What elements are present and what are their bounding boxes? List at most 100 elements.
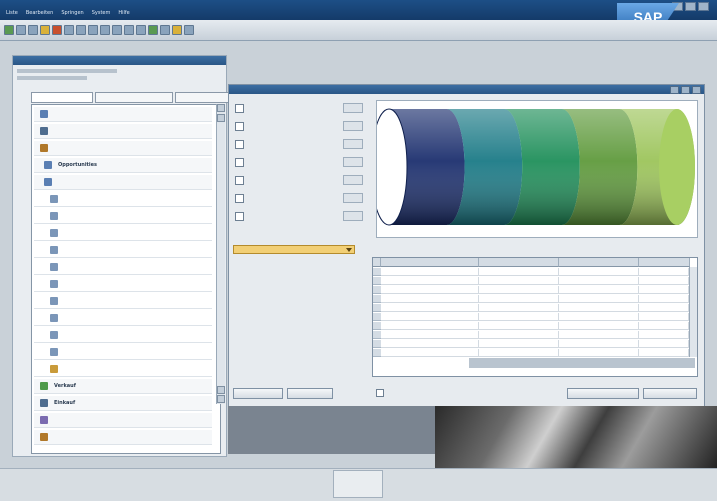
table-cell (639, 304, 689, 312)
tree-node[interactable] (34, 243, 212, 258)
table-column-header[interactable] (479, 258, 559, 267)
tab-1[interactable] (31, 92, 93, 103)
chevron-down-icon[interactable] (346, 248, 352, 252)
phase-checkbox[interactable] (235, 121, 363, 133)
phase-checkbox[interactable] (235, 175, 363, 187)
tree-scrollbar[interactable] (216, 104, 225, 404)
tree-node[interactable] (34, 192, 212, 207)
execute-button[interactable] (233, 388, 283, 399)
tree-node[interactable] (34, 260, 212, 275)
tree-node[interactable]: Verkauf (34, 379, 212, 394)
tree-node[interactable] (34, 430, 212, 445)
phase-checkbox[interactable] (235, 211, 363, 223)
row-selector[interactable] (373, 286, 381, 294)
exit-icon[interactable] (40, 25, 50, 35)
menu-item-bearbeiten[interactable]: Bearbeiten (26, 10, 53, 19)
view-select[interactable] (233, 245, 355, 254)
checkbox[interactable] (235, 212, 244, 221)
back-icon[interactable] (28, 25, 38, 35)
phase-checkbox[interactable] (235, 139, 363, 151)
tree-node[interactable] (34, 362, 212, 377)
maximize-icon[interactable] (681, 86, 690, 94)
table-cell (479, 286, 559, 294)
prev-page-icon[interactable] (112, 25, 122, 35)
phase-checkbox[interactable] (235, 157, 363, 169)
checkbox[interactable] (235, 176, 244, 185)
checkbox[interactable] (235, 122, 244, 131)
phase-checkbox[interactable] (235, 103, 363, 115)
menu-item-system[interactable]: System (92, 10, 111, 19)
create-session-icon[interactable] (148, 25, 158, 35)
checkbox[interactable] (235, 104, 244, 113)
row-selector[interactable] (373, 313, 381, 321)
row-selector[interactable] (373, 331, 381, 339)
tree-node[interactable] (34, 175, 212, 190)
table-column-header[interactable] (559, 258, 639, 267)
row-selector[interactable] (373, 340, 381, 348)
phase-value-field (343, 211, 363, 221)
checkbox[interactable] (235, 158, 244, 167)
scroll-up-icon[interactable] (217, 104, 225, 112)
close-icon[interactable] (692, 86, 701, 94)
table-column-header[interactable] (381, 258, 479, 267)
menu-item-springen[interactable]: Springen (61, 10, 83, 19)
find-icon[interactable] (76, 25, 86, 35)
menu-item-hilfe[interactable]: Hilfe (118, 10, 129, 19)
table-cell (381, 349, 479, 357)
next-page-icon[interactable] (124, 25, 134, 35)
tree-node[interactable] (34, 124, 212, 139)
tree-node[interactable] (34, 345, 212, 360)
minimize-icon[interactable] (670, 86, 679, 94)
phase-value-field (343, 121, 363, 131)
close-icon[interactable] (698, 2, 709, 11)
row-selector[interactable] (373, 322, 381, 330)
row-selector[interactable] (373, 304, 381, 312)
navigation-pane-title (13, 56, 226, 65)
tab-2[interactable] (95, 92, 173, 103)
row-selector[interactable] (373, 268, 381, 276)
tree-node-icon (44, 178, 52, 186)
phase-checkbox[interactable] (235, 193, 363, 205)
checkbox[interactable] (235, 194, 244, 203)
find-next-icon[interactable] (88, 25, 98, 35)
tree-node[interactable] (34, 277, 212, 292)
tree-node[interactable] (34, 311, 212, 326)
checkbox[interactable] (376, 389, 384, 397)
shortcut-icon[interactable] (160, 25, 170, 35)
menu-item-liste[interactable]: Liste (6, 10, 18, 19)
table-column-header[interactable] (639, 258, 690, 267)
funnel-end-cap (659, 109, 695, 225)
tree-node[interactable] (34, 141, 212, 156)
details-button[interactable] (567, 388, 639, 399)
enter-icon[interactable] (4, 25, 14, 35)
print-icon[interactable] (64, 25, 74, 35)
row-selector[interactable] (373, 295, 381, 303)
first-page-icon[interactable] (100, 25, 110, 35)
tree-node[interactable]: Einkauf (34, 396, 212, 411)
help-icon[interactable] (184, 25, 194, 35)
tree-node[interactable] (34, 294, 212, 309)
table-scrollbar[interactable] (689, 267, 697, 357)
tree-node[interactable] (34, 209, 212, 224)
save-icon[interactable] (16, 25, 26, 35)
table-cell (381, 295, 479, 303)
tree-node[interactable] (34, 413, 212, 428)
scroll-down-icon[interactable] (217, 386, 225, 394)
cancel-icon[interactable] (52, 25, 62, 35)
row-selector[interactable] (373, 349, 381, 357)
scroll-down-icon[interactable] (217, 395, 225, 403)
table-cell (639, 313, 689, 321)
last-page-icon[interactable] (136, 25, 146, 35)
tree-node[interactable] (34, 328, 212, 343)
tree-node[interactable]: Opportunities (34, 158, 212, 173)
row-selector[interactable] (373, 277, 381, 285)
table-select-all[interactable] (373, 258, 381, 267)
tree-node[interactable] (34, 226, 212, 241)
checkbox[interactable] (235, 140, 244, 149)
layout-icon[interactable] (172, 25, 182, 35)
settings-button[interactable] (287, 388, 333, 399)
maximize-icon[interactable] (685, 2, 696, 11)
back-button[interactable] (643, 388, 697, 399)
scroll-up-icon[interactable] (217, 114, 225, 122)
tree-node[interactable] (34, 107, 212, 122)
